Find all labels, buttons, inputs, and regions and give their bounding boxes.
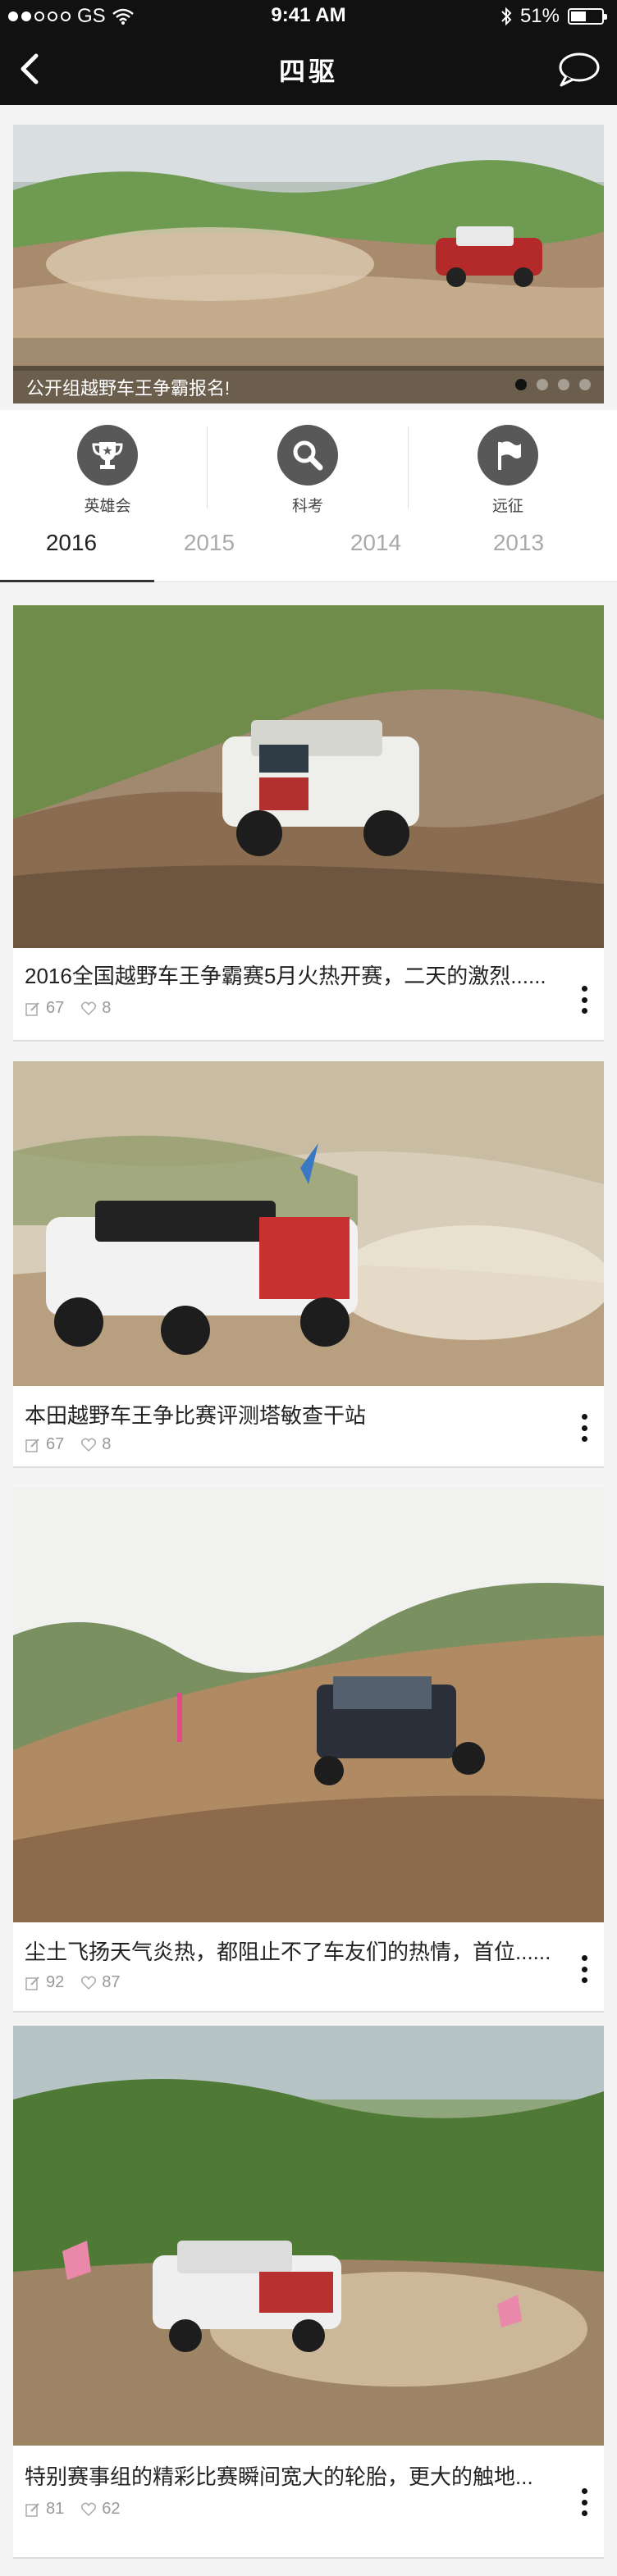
- divider: [408, 426, 409, 508]
- heart-icon[interactable]: [80, 1437, 97, 1453]
- carousel-dot[interactable]: [515, 379, 527, 390]
- more-options-icon[interactable]: [579, 986, 589, 1014]
- article-image: [13, 1488, 604, 1922]
- status-bar: GS 9:41 AM 51%: [0, 0, 617, 33]
- tab-2016[interactable]: 2016: [22, 530, 121, 556]
- edit-icon: [25, 1976, 39, 1990]
- like-count: 62: [102, 2500, 121, 2518]
- active-tab-indicator: [0, 580, 154, 582]
- more-options-icon[interactable]: [579, 1414, 589, 1442]
- carousel-dot[interactable]: [537, 379, 548, 390]
- edit-icon: [25, 1438, 39, 1452]
- tab-2014[interactable]: 2014: [327, 530, 425, 556]
- heart-icon[interactable]: [80, 1001, 97, 1017]
- article-card[interactable]: 2016全国越野车王争霸赛5月火热开赛，二天的激烈...... 67 8: [13, 605, 604, 1042]
- article-title[interactable]: 2016全国越野车王争霸赛5月火热开赛，二天的激烈......: [25, 960, 558, 990]
- banner-image: [13, 125, 604, 403]
- article-card[interactable]: 本田越野车王争比赛评测塔敏查干站 67 8: [13, 1061, 604, 1468]
- carousel-indicator: [515, 379, 591, 390]
- article-meta: 81 62: [25, 2500, 121, 2519]
- edit-count: 92: [46, 1973, 65, 1991]
- edit-icon: [25, 1001, 39, 1016]
- flag-icon: [478, 425, 538, 486]
- carousel-dot[interactable]: [579, 379, 591, 390]
- category-label: 远征: [491, 498, 523, 515]
- carousel-dot[interactable]: [558, 379, 569, 390]
- category-label: 科考: [291, 498, 323, 515]
- heart-icon[interactable]: [80, 2501, 97, 2518]
- edit-count: 81: [46, 2500, 65, 2518]
- category-expedition[interactable]: 远征: [459, 425, 557, 516]
- edit-count: 67: [46, 999, 65, 1017]
- article-title[interactable]: 尘土飞扬天气炎热，都阻止不了车友们的热情，首位......: [25, 1935, 558, 1966]
- navigation-bar: 四驱: [0, 33, 617, 105]
- category-label: 英雄会: [84, 498, 131, 515]
- category-research[interactable]: 科考: [258, 425, 357, 516]
- year-tabs: 2016 2015 2014 2013: [0, 525, 617, 582]
- like-count: 8: [102, 1435, 112, 1453]
- category-bar: 英雄会 科考 远征: [0, 410, 617, 525]
- chat-bubble-icon[interactable]: [556, 51, 601, 89]
- like-count: 8: [102, 999, 112, 1017]
- tab-2015[interactable]: 2015: [160, 530, 258, 556]
- battery-icon: [568, 8, 607, 25]
- article-image: [13, 2026, 604, 2446]
- banner-carousel[interactable]: 公开组越野车王争霸报名!: [13, 125, 604, 403]
- article-title[interactable]: 本田越野车王争比赛评测塔敏查干站: [25, 1399, 558, 1429]
- page-title: 四驱: [278, 57, 338, 86]
- category-heroes[interactable]: 英雄会: [58, 425, 157, 516]
- more-options-icon[interactable]: [579, 1955, 589, 1983]
- search-icon: [277, 425, 338, 486]
- divider: [207, 426, 208, 508]
- tab-2013[interactable]: 2013: [469, 530, 568, 556]
- bluetooth-icon: [501, 7, 512, 26]
- article-card[interactable]: 特别赛事组的精彩比赛瞬间宽大的轮胎，更大的触地... 81 62: [13, 2026, 604, 2559]
- more-options-icon[interactable]: [579, 2488, 589, 2516]
- edit-icon: [25, 2502, 39, 2517]
- battery-percent: 51%: [519, 5, 560, 27]
- article-meta: 92 87: [25, 1973, 121, 1992]
- article-image: [13, 605, 604, 948]
- article-image: [13, 1061, 604, 1386]
- like-count: 87: [102, 1973, 121, 1991]
- article-meta: 67 8: [25, 1435, 111, 1454]
- article-meta: 67 8: [25, 999, 111, 1018]
- heart-icon[interactable]: [80, 1975, 97, 1991]
- article-title[interactable]: 特别赛事组的精彩比赛瞬间宽大的轮胎，更大的触地...: [25, 2460, 558, 2491]
- edit-count: 67: [46, 1435, 65, 1453]
- trophy-icon: [77, 425, 138, 486]
- article-card[interactable]: 尘土飞扬天气炎热，都阻止不了车友们的热情，首位...... 92 87: [13, 1488, 604, 2013]
